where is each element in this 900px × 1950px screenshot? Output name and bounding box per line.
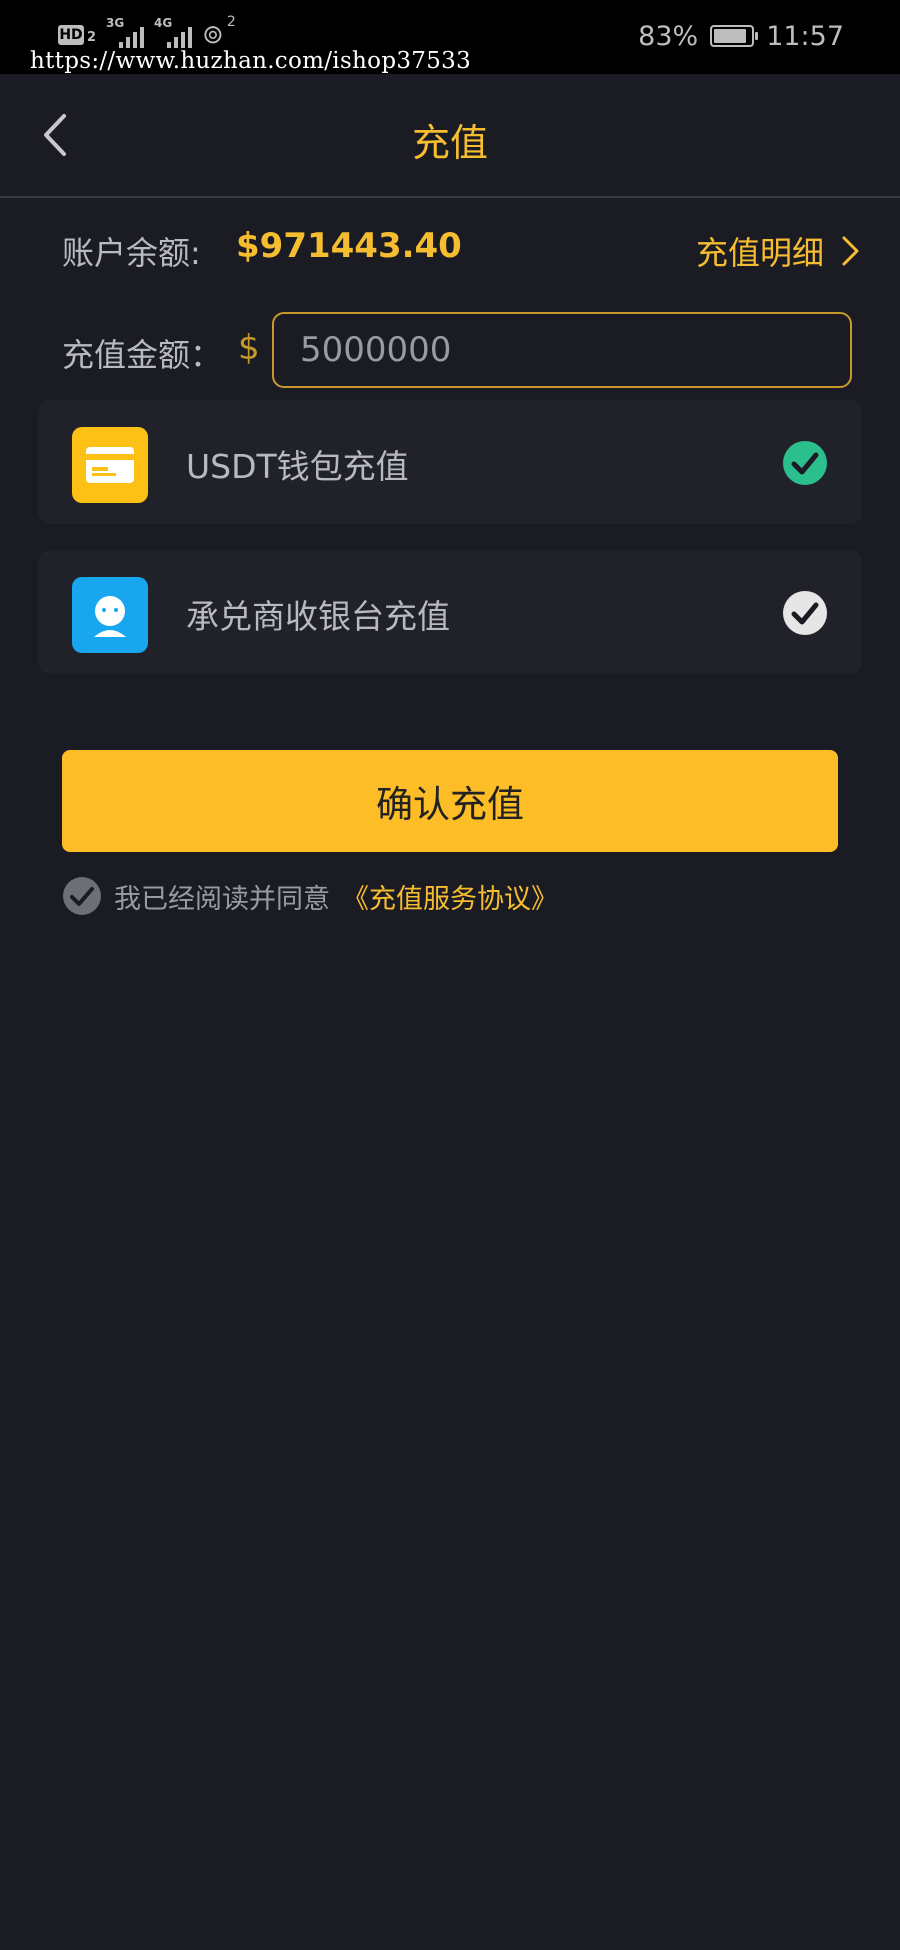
balance-value: $971443.40 [236,226,462,266]
payment-option-label: 承兑商收银台充值 [186,597,450,636]
header: 充值 [0,74,900,198]
page-title: 充值 [411,121,488,165]
payment-option-usdt[interactable]: USDT钱包充值 [38,400,862,524]
signal-4g-icon: 4G [154,16,193,50]
unchecked-icon [783,591,827,635]
payment-option-label: USDT钱包充值 [186,447,409,486]
recharge-detail-label: 充值明细 [695,234,824,272]
status-icons: HD 2 3G 4G ⊚ 2 [58,14,236,52]
hotspot-icon: ⊚ 2 [202,14,236,50]
agreement-link[interactable]: 《充值服务协议》 [342,877,558,916]
balance-row: 账户余额: $971443.40 充值明细 [62,224,862,274]
signal-3g-icon: 3G [106,16,145,50]
payment-option-merchant[interactable]: 承兑商收银台充值 [38,550,862,674]
card-icon [72,427,148,503]
checked-icon [783,441,827,485]
status-right: 83% 11:57 [638,18,844,54]
agreement-text: 我已经阅读并同意 [114,883,330,915]
clock: 11:57 [766,20,844,52]
recharge-detail-link[interactable]: 充值明细 [696,228,862,274]
battery-icon [710,25,759,47]
agreement-row: 我已经阅读并同意 《充值服务协议》 [62,874,558,918]
balance-label: 账户余额: [62,234,201,272]
currency-symbol: $ [238,328,260,368]
merchant-avatar-icon [72,577,148,653]
amount-label: 充值金额： [62,336,223,374]
agreement-checkbox[interactable] [62,876,102,916]
amount-input[interactable] [272,312,852,388]
battery-percent: 83% [638,20,699,52]
status-bar: HD 2 3G 4G ⊚ 2 https://www.huzhan.com/ish… [0,0,900,74]
url-watermark: https://www.huzhan.com/ishop37533 [30,48,472,74]
confirm-recharge-button[interactable]: 确认充值 [62,750,838,852]
hd-icon: HD 2 [58,25,97,45]
chevron-right-icon [842,236,859,266]
amount-row: 充值金额： $ [62,312,852,388]
